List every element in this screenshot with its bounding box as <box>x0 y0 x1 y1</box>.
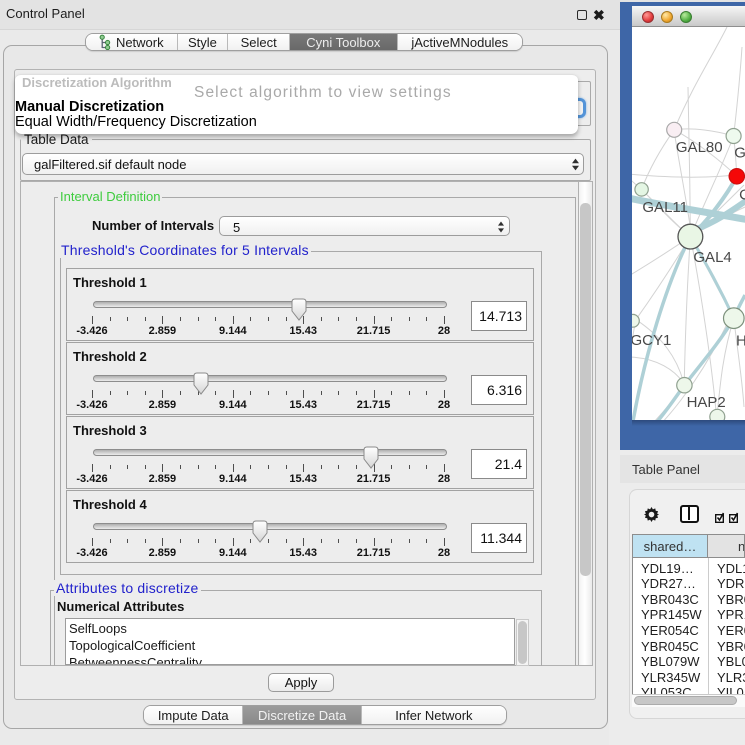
svg-text:HAP2: HAP2 <box>687 394 726 411</box>
svg-text:GAL80: GAL80 <box>676 139 723 156</box>
svg-text:GA: GA <box>734 145 745 162</box>
svg-text:GCY1: GCY1 <box>632 332 671 349</box>
svg-text:H: H <box>736 333 745 350</box>
svg-text:C: C <box>739 187 745 204</box>
svg-text:GAL4: GAL4 <box>693 249 731 266</box>
svg-text:GAL11: GAL11 <box>642 199 688 216</box>
